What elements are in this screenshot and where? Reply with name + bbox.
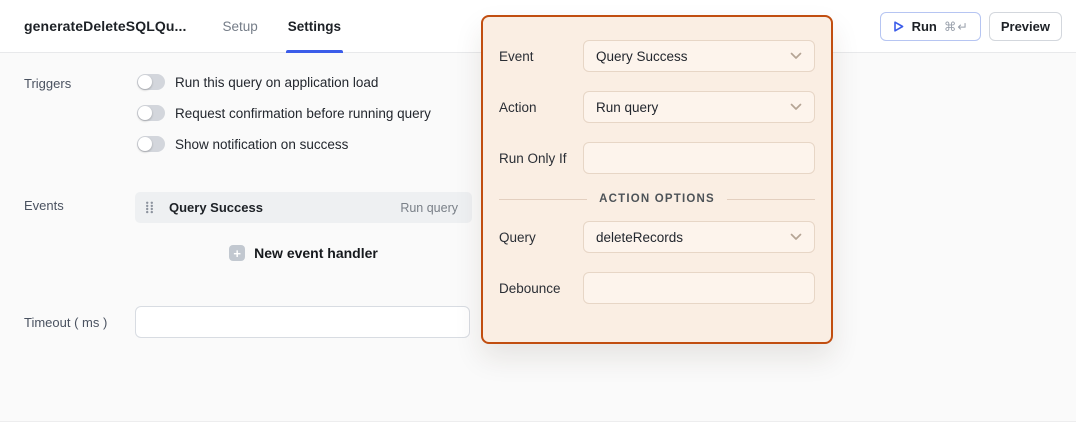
run-only-if-field	[583, 142, 815, 174]
query-field-row: Query deleteRecords	[499, 221, 815, 253]
event-select-value: Query Success	[596, 48, 688, 64]
run-only-if-input[interactable]	[596, 150, 802, 166]
tab-bar: Setup Settings	[220, 0, 369, 53]
preview-button-label: Preview	[1000, 18, 1050, 34]
topbar-actions: Run ⌘↵ Preview	[879, 11, 1062, 41]
tab-settings[interactable]: Settings	[285, 0, 344, 53]
event-handler-row[interactable]: Query Success Run query	[135, 192, 472, 223]
action-options-divider: ACTION OPTIONS	[499, 193, 815, 205]
tab-setup-label: Setup	[222, 18, 258, 34]
divider-line	[726, 198, 815, 200]
drag-handle-icon[interactable]	[145, 201, 154, 214]
chevron-down-icon	[790, 52, 802, 60]
toggle-run-on-load[interactable]	[137, 74, 165, 90]
query-editor: generateDeleteSQLQu... Setup Settings Ru…	[0, 0, 1076, 422]
tab-settings-label: Settings	[287, 18, 342, 34]
toggle-label: Run this query on application load	[175, 74, 379, 90]
toggle-confirmation[interactable]	[137, 105, 165, 121]
query-title: generateDeleteSQLQu...	[24, 18, 187, 34]
triggers-section-label: Triggers	[24, 76, 72, 91]
toggle-label: Show notification on success	[175, 136, 349, 152]
timeout-label: Timeout ( ms )	[24, 315, 108, 330]
query-field-label: Query	[499, 229, 536, 245]
event-handler-name: Query Success	[169, 200, 263, 215]
toggle-notification[interactable]	[137, 136, 165, 152]
run-button[interactable]: Run ⌘↵	[879, 11, 981, 41]
action-field-label: Action	[499, 99, 537, 115]
toggle-row-confirmation: Request confirmation before running quer…	[137, 105, 431, 121]
event-handler-popover: Event Query Success Action Run query Run…	[481, 15, 833, 344]
debounce-field-label: Debounce	[499, 280, 561, 296]
action-select-value: Run query	[596, 99, 659, 115]
debounce-input[interactable]	[596, 280, 802, 296]
event-field-row: Event Query Success	[499, 40, 815, 72]
event-handler-action: Run query	[400, 200, 458, 215]
triggers-list: Run this query on application load Reque…	[137, 74, 431, 152]
toggle-row-run-on-load: Run this query on application load	[137, 74, 431, 90]
query-select[interactable]: deleteRecords	[583, 221, 815, 253]
run-shortcut: ⌘↵	[943, 19, 969, 34]
run-only-if-row: Run Only If	[499, 142, 815, 174]
new-event-handler-label: New event handler	[254, 245, 378, 261]
preview-button[interactable]: Preview	[988, 11, 1062, 41]
run-only-if-label: Run Only If	[499, 150, 567, 166]
event-select[interactable]: Query Success	[583, 40, 815, 72]
debounce-field	[583, 272, 815, 304]
debounce-field-row: Debounce	[499, 272, 815, 304]
divider-line	[499, 198, 588, 200]
toggle-knob	[138, 75, 152, 89]
events-section-label: Events	[24, 198, 64, 213]
new-event-handler-button[interactable]: + New event handler	[135, 245, 472, 261]
chevron-down-icon	[790, 233, 802, 241]
run-button-label: Run	[911, 18, 937, 34]
toggle-row-notification: Show notification on success	[137, 136, 431, 152]
play-icon	[892, 20, 905, 33]
query-select-value: deleteRecords	[596, 229, 684, 245]
plus-icon: +	[229, 245, 246, 261]
toggle-label: Request confirmation before running quer…	[175, 105, 431, 121]
tab-setup[interactable]: Setup	[220, 0, 259, 52]
action-field-row: Action Run query	[499, 91, 815, 123]
event-field-label: Event	[499, 48, 534, 64]
timeout-input[interactable]	[135, 306, 470, 338]
toggle-knob	[138, 137, 152, 151]
toggle-knob	[138, 106, 152, 120]
action-select[interactable]: Run query	[583, 91, 815, 123]
action-options-label: ACTION OPTIONS	[599, 193, 715, 205]
chevron-down-icon	[790, 103, 802, 111]
